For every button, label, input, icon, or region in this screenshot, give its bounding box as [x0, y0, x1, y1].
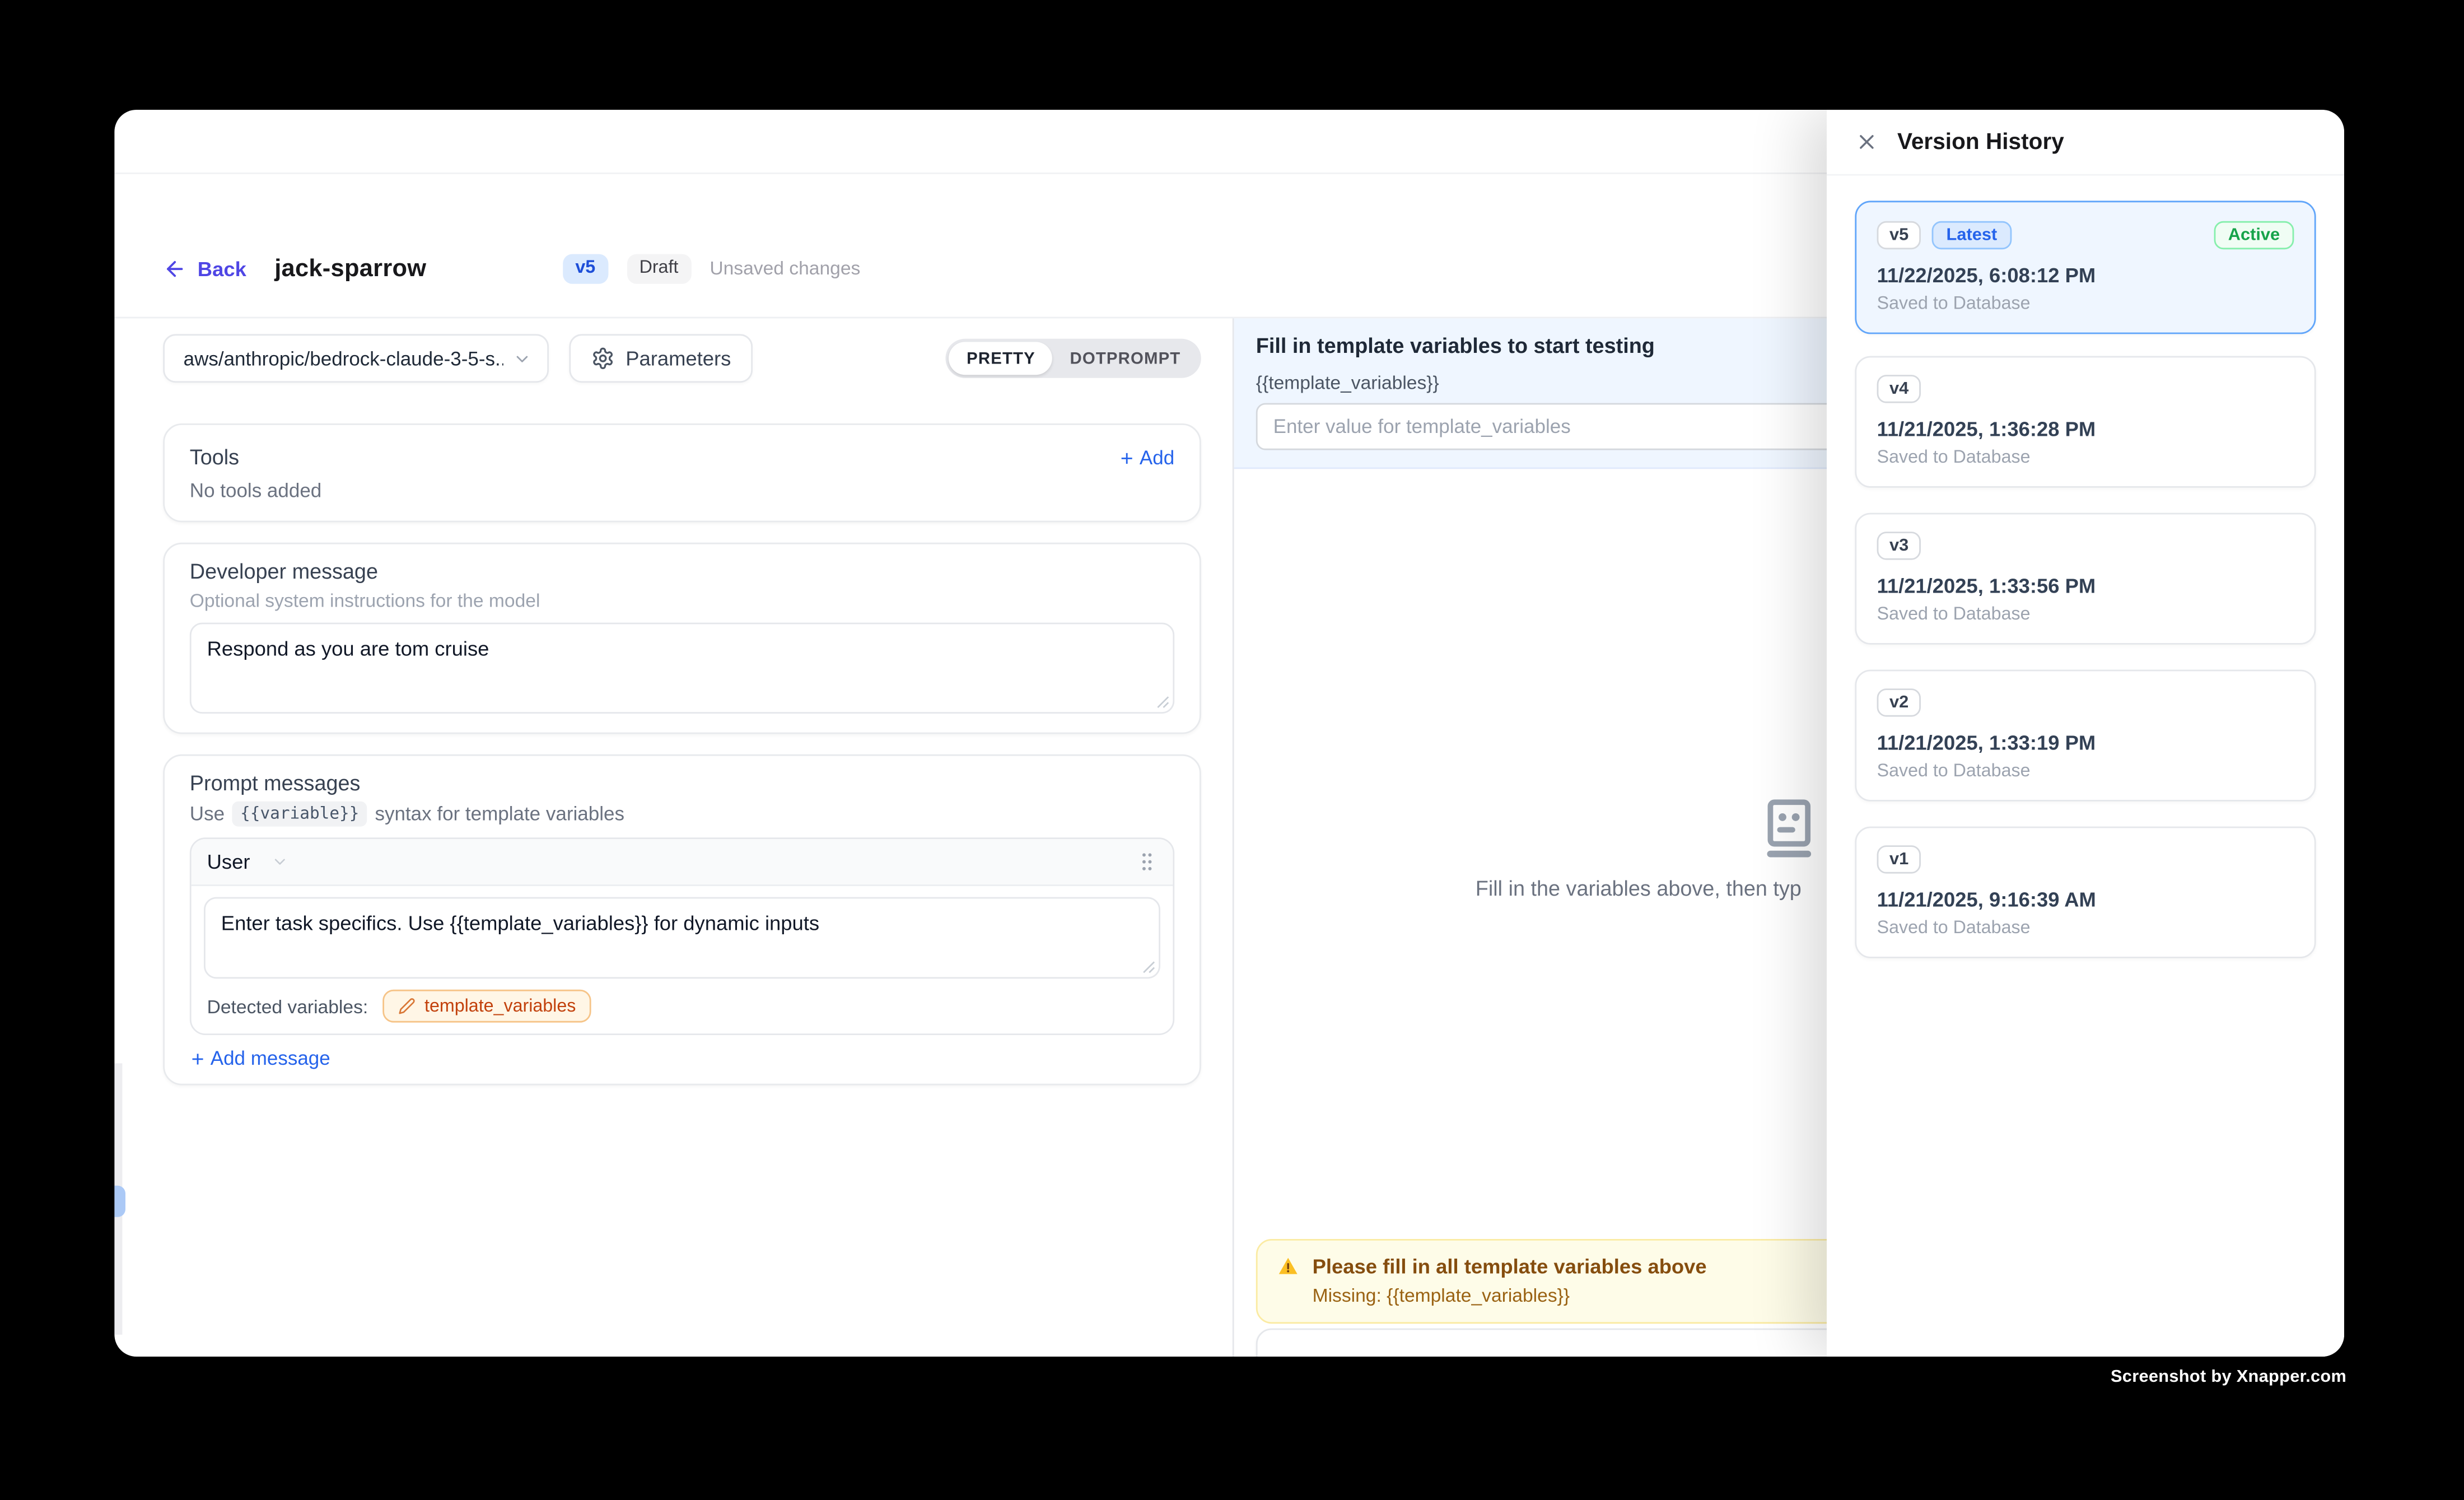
back-button[interactable]: Back	[163, 257, 246, 281]
plus-icon: +	[1121, 446, 1133, 468]
header-badges: v5 Draft Unsaved changes	[563, 253, 860, 284]
version-status: Saved to Database	[1877, 919, 2294, 938]
prompt-messages-card: Prompt messages Use {{variable}} syntax …	[163, 754, 1201, 1086]
version-badges-row: v3	[1877, 532, 2294, 560]
version-number-badge: v2	[1877, 688, 1921, 716]
version-status: Saved to Database	[1877, 762, 2294, 781]
developer-message-card: Developer message Optional system instru…	[163, 543, 1201, 734]
developer-message-textarea[interactable]: Respond as you are tom cruise	[190, 623, 1174, 714]
page-title: jack-sparrow	[274, 255, 426, 283]
version-number-badge: v3	[1877, 532, 1921, 560]
detected-variables-label: Detected variables:	[207, 995, 368, 1017]
version-timestamp: 11/21/2025, 1:36:28 PM	[1877, 417, 2294, 441]
chevron-down-icon	[513, 349, 532, 368]
warning-title: Please fill in all template variables ab…	[1313, 1255, 1707, 1278]
left-edge-highlight-chip	[114, 1186, 125, 1217]
prompt-messages-title: Prompt messages	[190, 772, 1174, 795]
version-card-v1[interactable]: v1 11/21/2025, 9:16:39 AM Saved to Datab…	[1855, 827, 2316, 958]
close-icon[interactable]	[1855, 130, 1878, 153]
toggle-pretty[interactable]: PRETTY	[949, 342, 1052, 375]
message-block: User Enter task specifics. U	[190, 837, 1174, 1035]
editor-toolbar: aws/anthropic/bedrock-claude-3-5-s... Pa…	[163, 334, 1201, 383]
developer-message-title: Developer message	[190, 560, 1174, 584]
version-badges-row: v5 Latest Active	[1877, 221, 2294, 249]
version-card-v2[interactable]: v2 11/21/2025, 1:33:19 PM Saved to Datab…	[1855, 670, 2316, 802]
screenshot-stage: Back jack-sparrow v5 Draft Unsaved chang…	[0, 0, 2464, 1500]
version-history-panel: Version History v5 Latest Active 11/22/2…	[1827, 110, 2344, 1357]
plus-icon: +	[192, 1047, 204, 1069]
back-label: Back	[198, 257, 246, 281]
prompt-messages-hint: Use {{variable}} syntax for template var…	[190, 802, 1174, 827]
hint-suffix: syntax for template variables	[375, 803, 624, 825]
message-body: Enter task specifics. Use {{template_var…	[192, 886, 1173, 1033]
detected-variable-name: template_variables	[424, 996, 576, 1015]
resize-handle-icon	[1141, 960, 1155, 974]
bot-icon	[1754, 794, 1823, 863]
model-select[interactable]: aws/anthropic/bedrock-claude-3-5-s...	[163, 334, 549, 383]
empty-state-text: Fill in the variables above, then typ	[1476, 877, 1802, 900]
tools-card-header: Tools + Add	[190, 445, 1174, 469]
variable-syntax-chip: {{variable}}	[232, 802, 367, 827]
watermark-text: Screenshot by Xnapper.com	[2111, 1368, 2346, 1387]
pencil-icon	[398, 998, 415, 1015]
gear-icon	[591, 347, 615, 370]
message-role-row: User	[192, 839, 1173, 886]
version-list: v5 Latest Active 11/22/2025, 6:08:12 PM …	[1827, 176, 2344, 958]
message-textarea[interactable]: Enter task specifics. Use {{template_var…	[204, 897, 1160, 979]
tools-title: Tools	[190, 445, 239, 469]
version-status: Saved to Database	[1877, 605, 2294, 625]
tools-card: Tools + Add No tools added	[163, 423, 1201, 522]
toggle-dotprompt[interactable]: DOTPROMPT	[1053, 342, 1198, 375]
version-timestamp: 11/22/2025, 6:08:12 PM	[1877, 263, 2294, 287]
active-badge: Active	[2214, 221, 2294, 249]
drag-handle-icon[interactable]	[1137, 850, 1157, 874]
draft-badge: Draft	[627, 253, 691, 284]
detected-variables-row: Detected variables: template_variables	[204, 990, 1160, 1023]
add-message-label: Add message	[211, 1047, 330, 1069]
version-badges-row: v2	[1877, 688, 2294, 716]
tools-empty-text: No tools added	[190, 480, 1174, 502]
parameters-label: Parameters	[626, 347, 731, 370]
add-message-button[interactable]: + Add message	[190, 1047, 1174, 1069]
version-history-header: Version History	[1827, 110, 2344, 176]
app-window: Back jack-sparrow v5 Draft Unsaved chang…	[114, 110, 2344, 1357]
version-status: Saved to Database	[1877, 295, 2294, 314]
developer-message-textarea-wrap: Respond as you are tom cruise	[190, 623, 1174, 714]
version-badge: v5	[563, 253, 608, 284]
version-badges-row: v4	[1877, 375, 2294, 403]
add-tool-label: Add	[1140, 446, 1174, 468]
version-status: Saved to Database	[1877, 449, 2294, 468]
developer-message-subtitle: Optional system instructions for the mod…	[190, 590, 1174, 612]
add-tool-button[interactable]: + Add	[1121, 446, 1174, 468]
arrow-left-icon	[163, 257, 186, 281]
version-number-badge: v4	[1877, 375, 1921, 403]
detected-variable-chip[interactable]: template_variables	[382, 990, 591, 1023]
role-select-value: User	[207, 850, 250, 874]
version-card-v4[interactable]: v4 11/21/2025, 1:36:28 PM Saved to Datab…	[1855, 356, 2316, 488]
parameters-button[interactable]: Parameters	[569, 334, 753, 383]
latest-badge: Latest	[1932, 221, 2011, 249]
resize-handle-icon	[1156, 695, 1170, 709]
format-toggle: PRETTY DOTPROMPT	[946, 339, 1201, 378]
role-select[interactable]: User	[207, 850, 290, 874]
version-timestamp: 11/21/2025, 1:33:56 PM	[1877, 574, 2294, 598]
hint-prefix: Use	[190, 803, 225, 825]
version-card-v5[interactable]: v5 Latest Active 11/22/2025, 6:08:12 PM …	[1855, 201, 2316, 334]
version-number-badge: v5	[1877, 221, 1921, 249]
model-select-value: aws/anthropic/bedrock-claude-3-5-s...	[184, 347, 503, 369]
message-textarea-wrap: Enter task specifics. Use {{template_var…	[204, 897, 1160, 979]
version-history-title: Version History	[1897, 129, 2064, 155]
version-timestamp: 11/21/2025, 1:33:19 PM	[1877, 731, 2294, 754]
unsaved-changes-label: Unsaved changes	[710, 258, 860, 280]
editor-column: aws/anthropic/bedrock-claude-3-5-s... Pa…	[114, 318, 1232, 1357]
chevron-down-icon	[272, 853, 290, 870]
version-badges-row: v1	[1877, 845, 2294, 873]
version-card-v3[interactable]: v3 11/21/2025, 1:33:56 PM Saved to Datab…	[1855, 513, 2316, 645]
warning-triangle-icon	[1276, 1255, 1300, 1278]
version-number-badge: v1	[1877, 845, 1921, 873]
version-timestamp: 11/21/2025, 9:16:39 AM	[1877, 888, 2294, 911]
